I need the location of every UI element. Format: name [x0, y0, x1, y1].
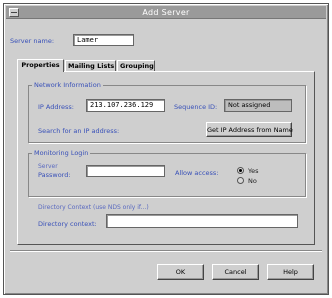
- tab-grouping[interactable]: Grouping: [117, 60, 155, 71]
- get-ip-address-button[interactable]: Get IP Address from Name: [206, 122, 293, 137]
- allow-access-label: Allow access:: [175, 169, 219, 177]
- ip-address-input[interactable]: 213.107.236.129: [86, 99, 165, 112]
- search-ip-label: Search for an IP address:: [38, 127, 120, 135]
- yes-radio-label: Yes: [248, 167, 259, 175]
- password-label: Password:: [38, 171, 71, 179]
- yes-radio[interactable]: [237, 167, 244, 174]
- properties-panel: Network Information IP Address: 213.107.…: [17, 71, 315, 245]
- server-name-sublabel: Server: [38, 163, 58, 170]
- network-information-title: Network Information: [32, 81, 103, 89]
- password-input[interactable]: [86, 165, 165, 177]
- ip-address-label: IP Address:: [38, 103, 74, 111]
- add-server-dialog: Add Server Server name: Lamer Properties…: [3, 3, 329, 295]
- server-name-label: Server name:: [10, 37, 55, 45]
- window-title: Add Server: [142, 8, 190, 17]
- title-bar[interactable]: Add Server: [6, 6, 326, 19]
- ok-button[interactable]: OK: [157, 264, 204, 280]
- cancel-button[interactable]: Cancel: [212, 264, 259, 280]
- tab-properties[interactable]: Properties: [17, 59, 64, 72]
- help-button[interactable]: Help: [267, 264, 314, 280]
- no-radio-label: No: [248, 177, 257, 185]
- sequence-id-value: Not assigned: [224, 99, 292, 112]
- directory-context-input[interactable]: [106, 214, 298, 228]
- no-radio[interactable]: [237, 177, 244, 184]
- tab-mailing-lists[interactable]: Mailing Lists: [65, 60, 116, 71]
- server-name-input[interactable]: Lamer: [73, 34, 134, 46]
- directory-context-note: Directory Context (use NDS only if...): [38, 204, 149, 211]
- monitoring-login-title: Monitoring Login: [32, 149, 91, 157]
- footer-separator: [10, 250, 322, 252]
- directory-context-label: Directory context:: [38, 220, 97, 228]
- sequence-id-label: Sequence ID:: [174, 103, 218, 111]
